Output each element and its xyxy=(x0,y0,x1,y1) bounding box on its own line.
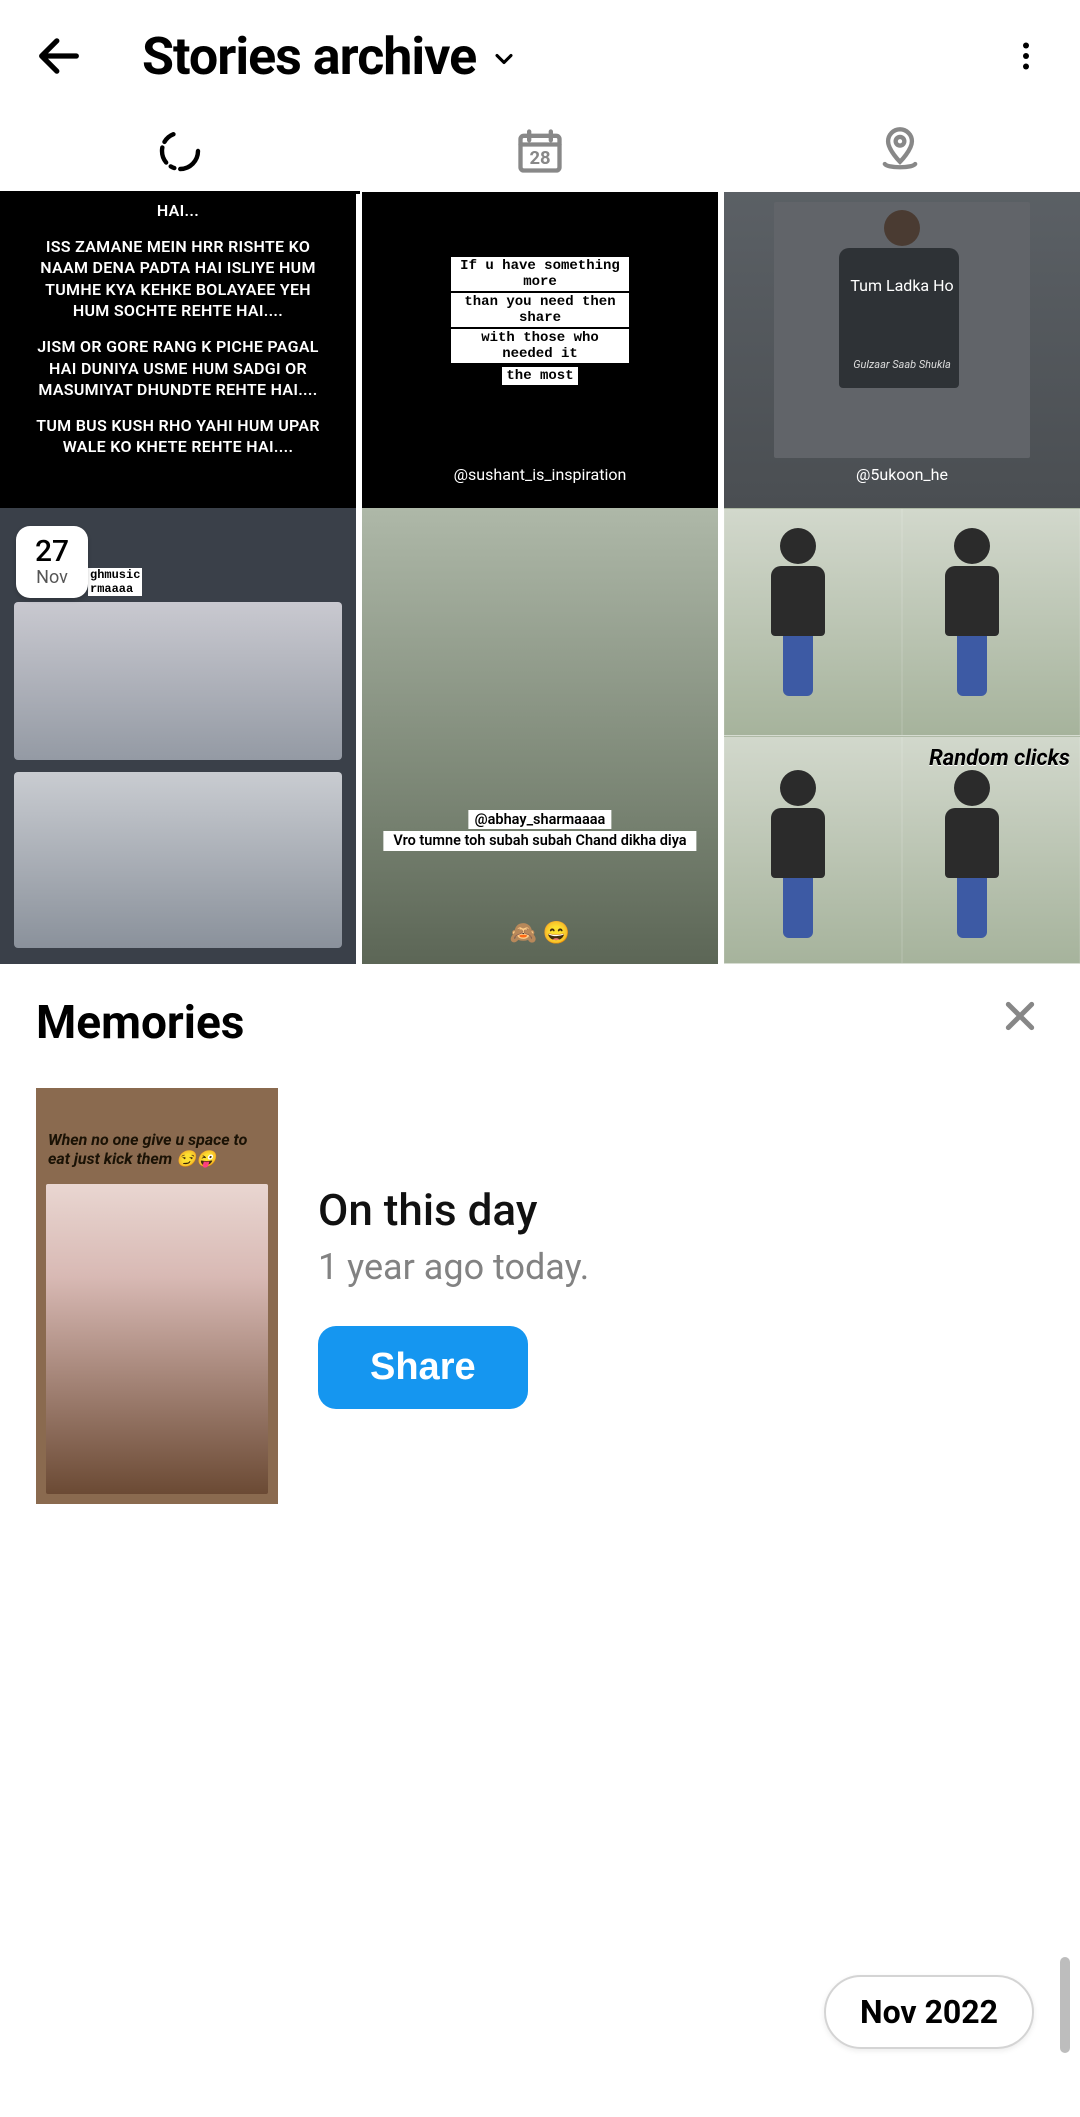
story-ring-icon xyxy=(156,127,204,175)
location-pin-icon xyxy=(874,125,926,177)
story-credit: @5ukoon_he xyxy=(856,465,948,484)
month-indicator-pill[interactable]: Nov 2022 xyxy=(824,1975,1034,2049)
arrow-left-icon xyxy=(33,30,85,82)
memory-caption: When no one give u space to eat just kic… xyxy=(48,1130,266,1168)
memory-thumbnail[interactable]: When no one give u space to eat just kic… xyxy=(36,1088,278,1504)
group-selfie-1 xyxy=(14,602,342,760)
more-vertical-icon xyxy=(1008,38,1044,74)
story-credit: @sushant_is_inspiration xyxy=(454,465,627,484)
story-emoji: 🙈 😄 xyxy=(510,921,570,946)
chevron-down-icon xyxy=(490,45,518,73)
story-photo xyxy=(362,508,718,964)
stories-grid-row2: ghmusicrmaaaa 27 Nov @abhay_sharmaaaa Vr… xyxy=(0,508,1080,964)
date-month: Nov xyxy=(36,569,68,587)
story-label: Random clicks xyxy=(929,746,1070,771)
share-button[interactable]: Share xyxy=(318,1326,528,1409)
story-tile-3[interactable]: Tum Ladka Ho Gulzaar Saab Shukla @5ukoon… xyxy=(724,192,1080,508)
title-dropdown[interactable]: Stories archive xyxy=(142,26,996,87)
story-tile-4[interactable]: ghmusicrmaaaa 27 Nov xyxy=(0,508,356,964)
memory-info: On this day 1 year ago today. Share xyxy=(318,1184,1044,1409)
archive-tabs: 28 xyxy=(0,112,1080,192)
page-title: Stories archive xyxy=(142,26,476,87)
story-tile-6[interactable]: Random clicks xyxy=(724,508,1080,964)
story-caption: Tum Ladka Ho xyxy=(724,276,1080,295)
story-tile-1[interactable]: HAI... ISS ZAMANE MEIN HRR RISHTE KO NAA… xyxy=(0,192,356,508)
close-memories-button[interactable] xyxy=(996,992,1044,1040)
tab-calendar[interactable]: 28 xyxy=(360,111,720,191)
back-button[interactable] xyxy=(24,21,94,91)
svg-text:28: 28 xyxy=(529,148,550,169)
story-photo xyxy=(774,202,1030,458)
story-tile-2[interactable]: If u have something more than you need t… xyxy=(362,192,718,508)
story-subcaption: Gulzaar Saab Shukla xyxy=(724,358,1080,371)
tab-stories[interactable] xyxy=(0,111,360,191)
more-button[interactable] xyxy=(996,26,1056,86)
close-icon xyxy=(1000,996,1040,1036)
story-mention: @abhay_sharmaaaa Vro tumne toh subah sub… xyxy=(383,810,696,851)
story-music-tag: ghmusicrmaaaa xyxy=(88,568,142,596)
story-text: HAI... ISS ZAMANE MEIN HRR RISHTE KO NAA… xyxy=(0,192,356,480)
tab-location[interactable] xyxy=(720,111,1080,191)
memory-subtitle: 1 year ago today. xyxy=(318,1246,1044,1288)
calendar-icon: 28 xyxy=(514,125,566,177)
stories-grid-row1: HAI... ISS ZAMANE MEIN HRR RISHTE KO NAA… xyxy=(0,192,1080,508)
story-tile-5[interactable]: @abhay_sharmaaaa Vro tumne toh subah sub… xyxy=(362,508,718,964)
date-day: 27 xyxy=(35,537,69,567)
scroll-indicator[interactable] xyxy=(1060,1957,1070,2053)
date-badge: 27 Nov xyxy=(16,526,88,598)
memories-section: Memories When no one give u space to eat… xyxy=(0,964,1080,1504)
story-quote: If u have something more than you need t… xyxy=(451,256,629,386)
memory-title: On this day xyxy=(318,1184,1044,1236)
group-selfie-2 xyxy=(14,772,342,948)
header: Stories archive xyxy=(0,0,1080,112)
memories-heading: Memories xyxy=(36,996,1044,1050)
memory-photo xyxy=(46,1184,268,1494)
